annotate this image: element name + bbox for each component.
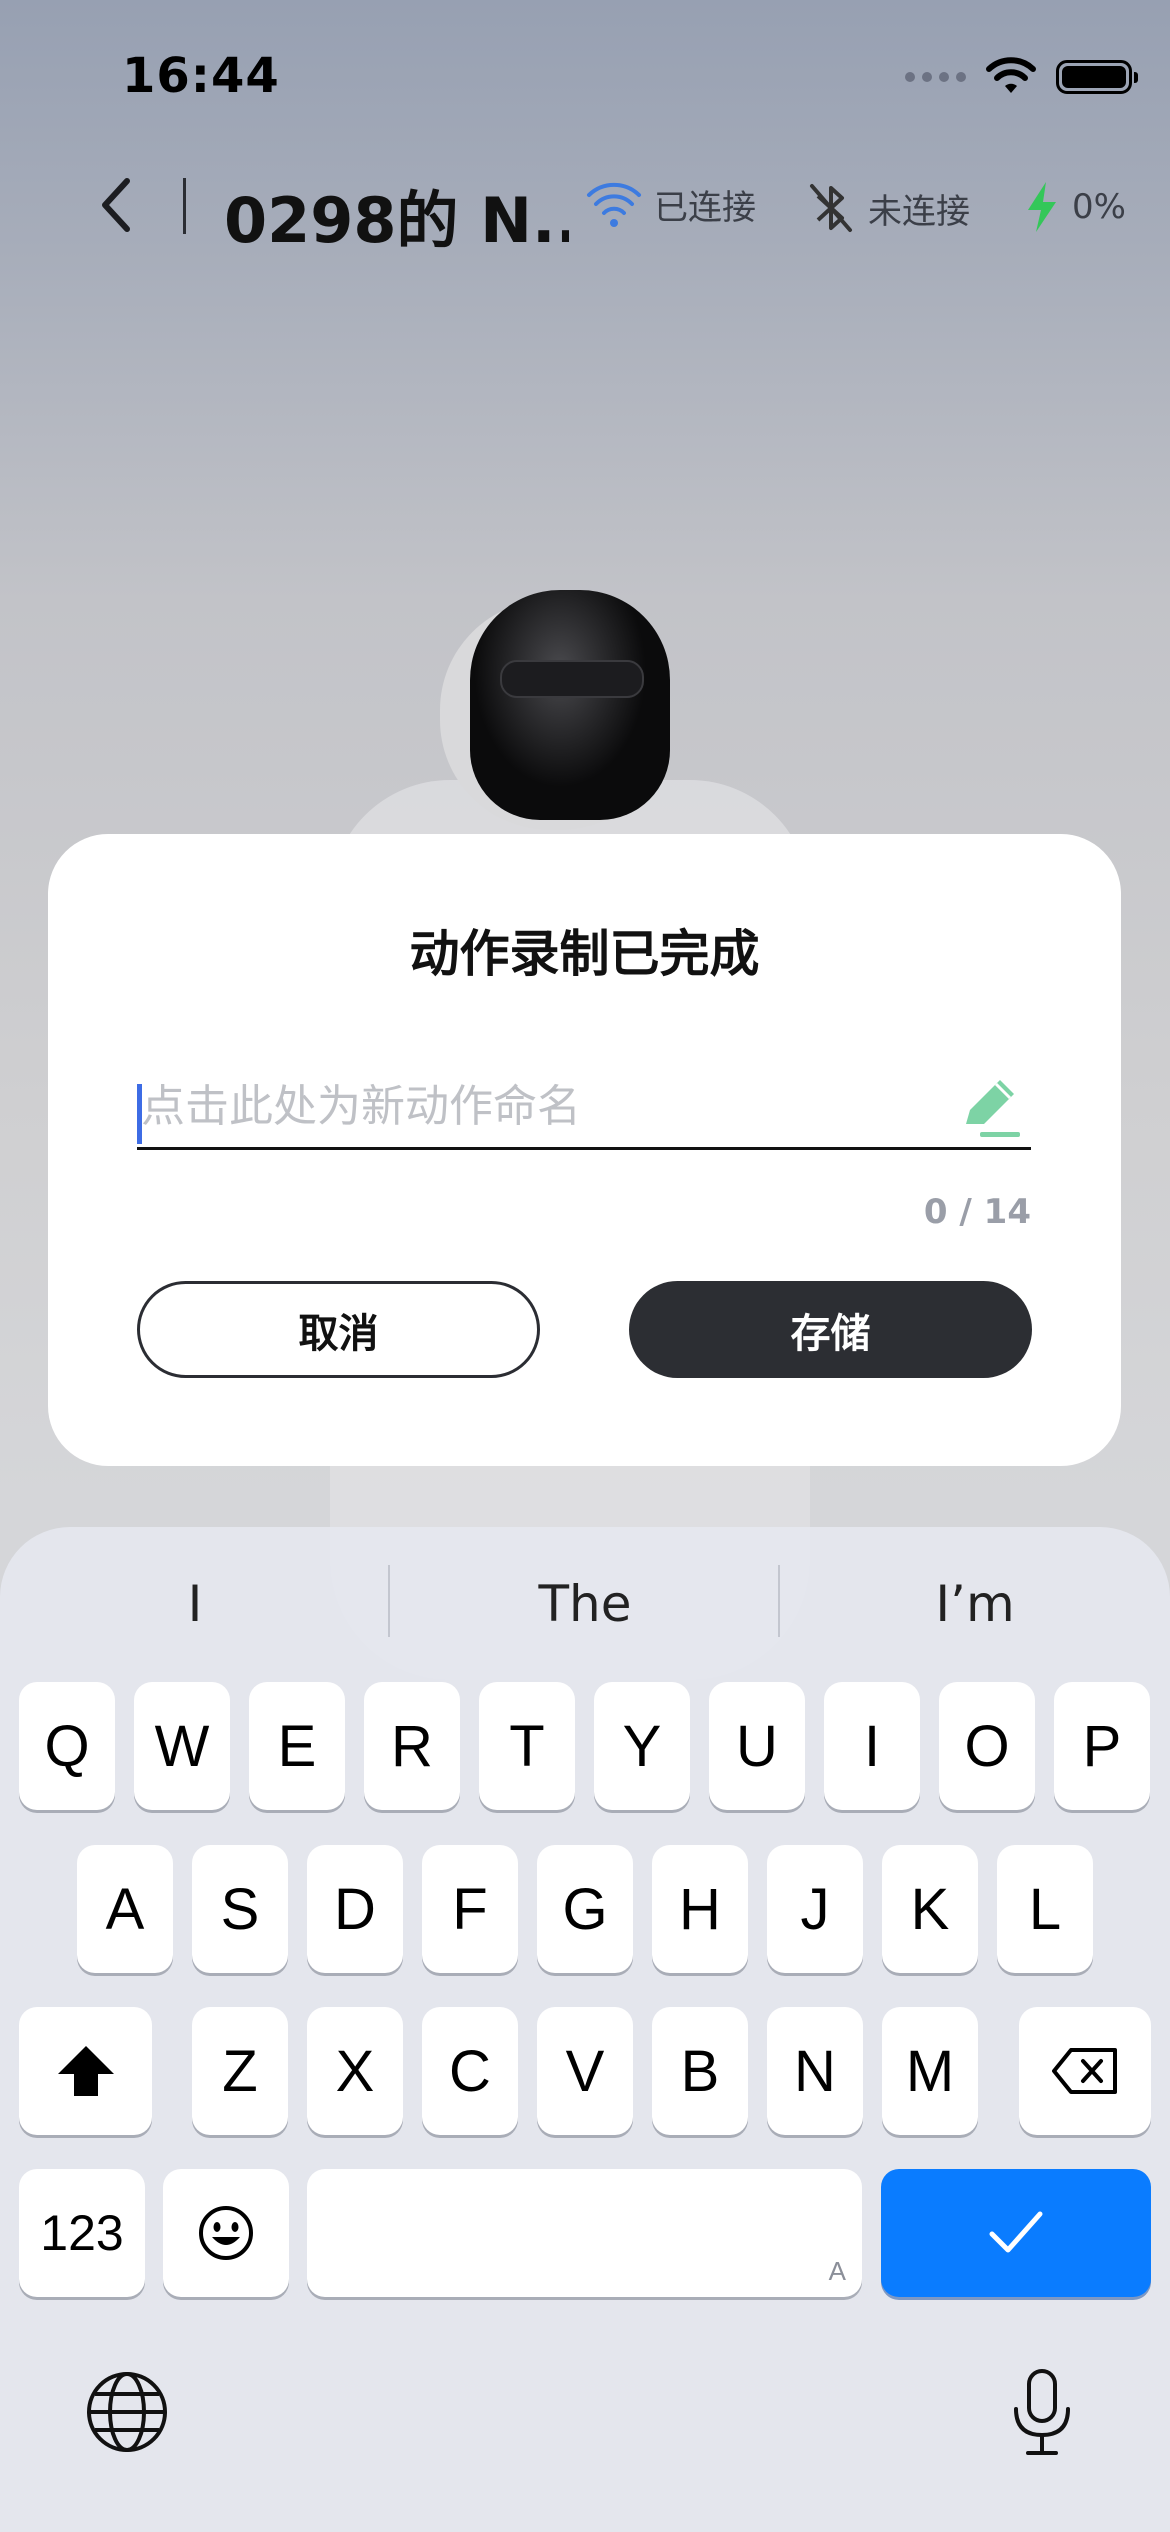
key-o[interactable]: O — [939, 1682, 1035, 1810]
key-f[interactable]: F — [422, 1845, 518, 1973]
shift-key[interactable] — [19, 2007, 152, 2135]
suggestion-1[interactable]: I — [0, 1575, 390, 1633]
chevron-left-icon — [102, 178, 130, 232]
key-g[interactable]: G — [537, 1845, 633, 1973]
space-key[interactable]: A — [307, 2169, 862, 2297]
key-m[interactable]: M — [882, 2007, 978, 2135]
key-x[interactable]: X — [307, 2007, 403, 2135]
back-button[interactable] — [82, 170, 152, 240]
delete-key[interactable] — [1019, 2007, 1151, 2135]
battery-status-label: 0% — [1072, 187, 1126, 227]
save-button[interactable]: 存储 — [629, 1281, 1032, 1378]
status-icons — [905, 52, 1138, 102]
bluetooth-status-label: 未连接 — [868, 191, 970, 232]
key-n[interactable]: N — [767, 2007, 863, 2135]
checkmark-icon — [989, 2211, 1043, 2253]
key-t[interactable]: T — [479, 1682, 575, 1810]
globe-icon — [87, 2372, 167, 2452]
robot-head — [470, 590, 670, 820]
numbers-key[interactable]: 123 — [19, 2169, 145, 2297]
wifi-status: 已连接 — [586, 180, 756, 229]
key-j[interactable]: J — [767, 1845, 863, 1973]
dialog-title: 动作录制已完成 — [409, 925, 760, 983]
key-s[interactable]: S — [192, 1845, 288, 1973]
key-i[interactable]: I — [824, 1682, 920, 1810]
shift-icon — [57, 2046, 114, 2096]
key-q[interactable]: Q — [19, 1682, 115, 1810]
battery-status: 0% — [1024, 180, 1126, 234]
key-v[interactable]: V — [537, 2007, 633, 2135]
suggestion-2[interactable]: The — [390, 1575, 780, 1633]
backspace-icon — [1052, 2048, 1117, 2094]
space-hint: A — [828, 2256, 846, 2286]
key-e[interactable]: E — [249, 1682, 345, 1810]
done-key[interactable] — [881, 2169, 1151, 2297]
key-d[interactable]: D — [307, 1845, 403, 1973]
key-p[interactable]: P — [1054, 1682, 1150, 1810]
key-u[interactable]: U — [709, 1682, 805, 1810]
key-r[interactable]: R — [364, 1682, 460, 1810]
text-caret — [137, 1084, 142, 1144]
bluetooth-off-icon — [810, 184, 852, 232]
key-a[interactable]: A — [77, 1845, 173, 1973]
nav-bar: 0298的 N... 已连接 未连接 0% — [0, 160, 1170, 257]
key-c[interactable]: C — [422, 2007, 518, 2135]
emoji-icon — [199, 2206, 253, 2260]
recording-complete-dialog: 动作录制已完成 0 / 14 取消 存储 — [48, 834, 1121, 1466]
dictation-button[interactable] — [1002, 2365, 1082, 2459]
suggestion-bar: I The I’m — [0, 1527, 1170, 1677]
keyboard: I The I’m Q W E R T Y U I O P A S D F G … — [0, 1527, 1170, 2532]
pencil-icon — [966, 1080, 1020, 1137]
key-k[interactable]: K — [882, 1845, 978, 1973]
cancel-button[interactable]: 取消 — [137, 1281, 540, 1378]
wifi-status-label: 已连接 — [654, 188, 756, 228]
suggestion-3[interactable]: I’m — [780, 1575, 1170, 1633]
battery-icon — [1056, 60, 1138, 94]
status-time: 16:44 — [122, 48, 280, 104]
page-title: 0298的 N... — [224, 184, 569, 257]
microphone-icon — [1014, 2369, 1070, 2455]
key-y[interactable]: Y — [594, 1682, 690, 1810]
bluetooth-status: 未连接 — [806, 180, 970, 236]
action-name-input[interactable] — [137, 1066, 1031, 1150]
key-w[interactable]: W — [134, 1682, 230, 1810]
nav-divider — [183, 178, 186, 234]
lightning-icon — [1028, 182, 1056, 232]
globe-button[interactable] — [82, 2367, 172, 2457]
wifi-status-icon — [587, 182, 641, 227]
key-z[interactable]: Z — [192, 2007, 288, 2135]
key-b[interactable]: B — [652, 2007, 748, 2135]
emoji-key[interactable] — [163, 2169, 289, 2297]
character-counter: 0 / 14 — [923, 1192, 1031, 1232]
key-h[interactable]: H — [652, 1845, 748, 1973]
wifi-icon — [986, 57, 1036, 93]
key-l[interactable]: L — [997, 1845, 1093, 1973]
cellular-signal-icon — [905, 72, 966, 82]
